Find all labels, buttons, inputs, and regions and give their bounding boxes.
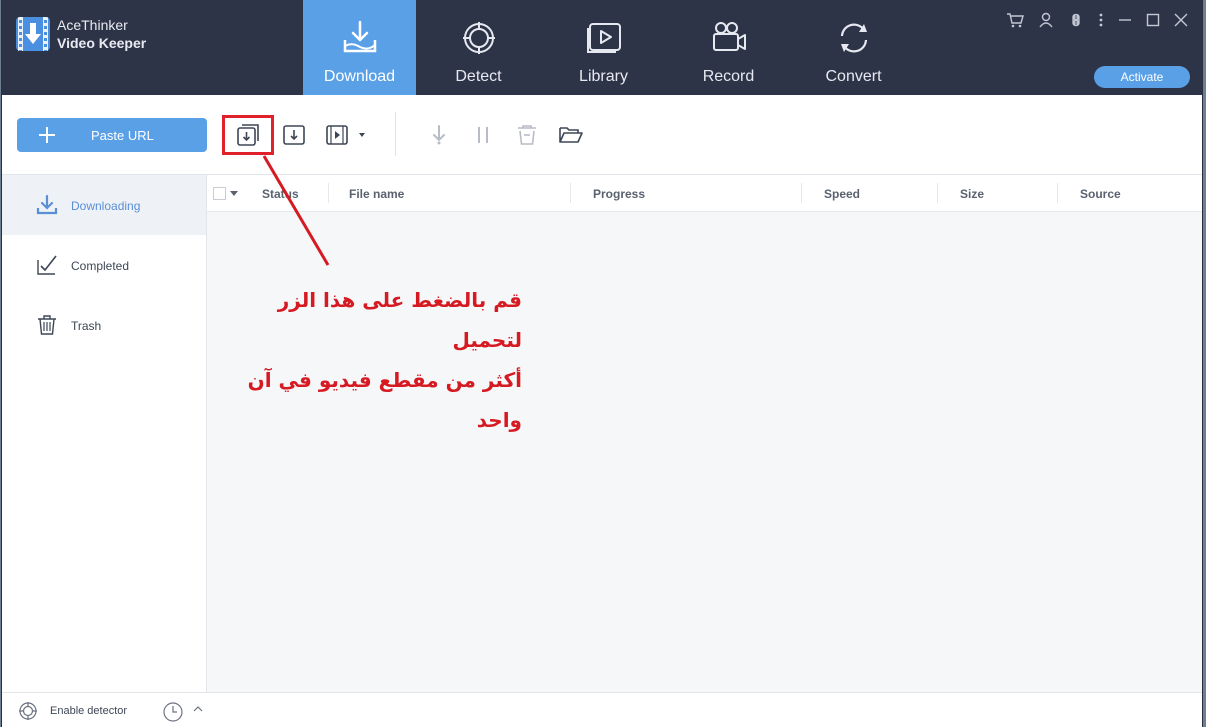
tab-record[interactable]: Record [666,0,791,95]
more-icon[interactable] [1098,12,1104,33]
annotation-line-2: أكثر من مقطع فيديو في آن واحد [247,368,522,432]
sidebar: Downloading Completed Trash [2,175,207,692]
app-title-line1: AceThinker [57,17,128,33]
chevron-down-icon[interactable] [230,191,238,197]
plus-icon [39,127,55,143]
table-header: Status File name Progress Speed Size Sou… [207,175,1202,212]
tab-record-label: Record [702,68,755,85]
sidebar-item-label: Completed [71,259,130,273]
chevron-up-icon[interactable] [193,705,203,713]
annotation-line-1: قم بالضغط على هذا الزر لتحميل [277,288,522,352]
toolbar-divider [395,112,396,156]
column-source[interactable]: Source [1080,187,1121,201]
tab-download-label: Download [323,68,396,85]
brand: AceThinker Video Keeper [16,16,146,52]
column-status[interactable]: Status [262,187,299,201]
column-divider [328,183,329,203]
user-icon[interactable] [1038,12,1054,33]
resume-icon[interactable] [426,123,452,147]
tab-library[interactable]: Library [541,0,666,95]
app-window: AceThinker Video Keeper Download Detect … [2,0,1202,727]
app-title: AceThinker Video Keeper [57,16,146,52]
paste-url-label: Paste URL [91,128,154,143]
sidebar-item-label: Trash [71,319,102,333]
window-controls [1006,12,1202,33]
open-folder-icon[interactable] [558,123,584,147]
column-file-name[interactable]: File name [349,187,404,201]
sidebar-item-trash[interactable]: Trash [2,295,206,355]
maximize-icon[interactable] [1146,13,1160,32]
checkmark-icon [37,255,57,275]
download-arrow-icon [36,194,58,215]
pause-icon[interactable] [470,123,496,147]
activate-button[interactable]: Activate [1094,66,1190,88]
minimize-icon[interactable] [1118,13,1132,32]
delete-icon[interactable] [514,123,540,147]
clock-icon[interactable] [162,701,184,723]
sidebar-item-completed[interactable]: Completed [2,235,206,295]
sidebar-item-label: Downloading [71,199,141,213]
tab-detect[interactable]: Detect [416,0,541,95]
main-nav: Download Detect Library Record Convert [303,0,916,95]
tab-library-label: Library [579,68,628,85]
tab-convert[interactable]: Convert [791,0,916,95]
tab-convert-label: Convert [825,68,882,85]
title-nav-bar: AceThinker Video Keeper Download Detect … [2,0,1202,95]
paste-url-button[interactable]: Paste URL [17,118,207,152]
highlight-box [222,115,274,155]
tab-download[interactable]: Download [303,0,416,95]
column-divider [801,183,802,203]
command-icon[interactable] [1068,12,1084,33]
trash-icon [38,315,56,335]
close-icon[interactable] [1174,13,1188,32]
app-title-line2: Video Keeper [57,35,147,51]
app-logo-icon [16,17,50,51]
download-tray-icon [343,20,376,53]
annotation-text: قم بالضغط على هذا الزر لتحميل أكثر من مق… [232,280,522,440]
status-bar: Enable detector [2,692,1202,727]
column-divider [1057,183,1058,203]
sidebar-item-downloading[interactable]: Downloading [2,175,206,235]
single-download-icon[interactable] [281,123,307,147]
select-all-checkbox[interactable] [213,187,226,200]
column-speed[interactable]: Speed [824,187,860,201]
tab-detect-label: Detect [455,68,502,85]
video-format-icon[interactable] [324,123,370,147]
column-divider [937,183,938,203]
column-progress[interactable]: Progress [593,187,645,201]
detect-target-icon [462,22,495,54]
cart-icon[interactable] [1006,12,1024,33]
enable-detector-toggle[interactable]: Enable detector [50,705,127,717]
library-play-icon [586,23,621,53]
convert-cycle-icon [840,23,867,53]
toolbar: Paste URL [2,95,1202,175]
detector-icon[interactable] [18,701,38,721]
column-size[interactable]: Size [960,187,984,201]
column-divider [570,183,571,203]
record-camera-icon [712,22,746,51]
